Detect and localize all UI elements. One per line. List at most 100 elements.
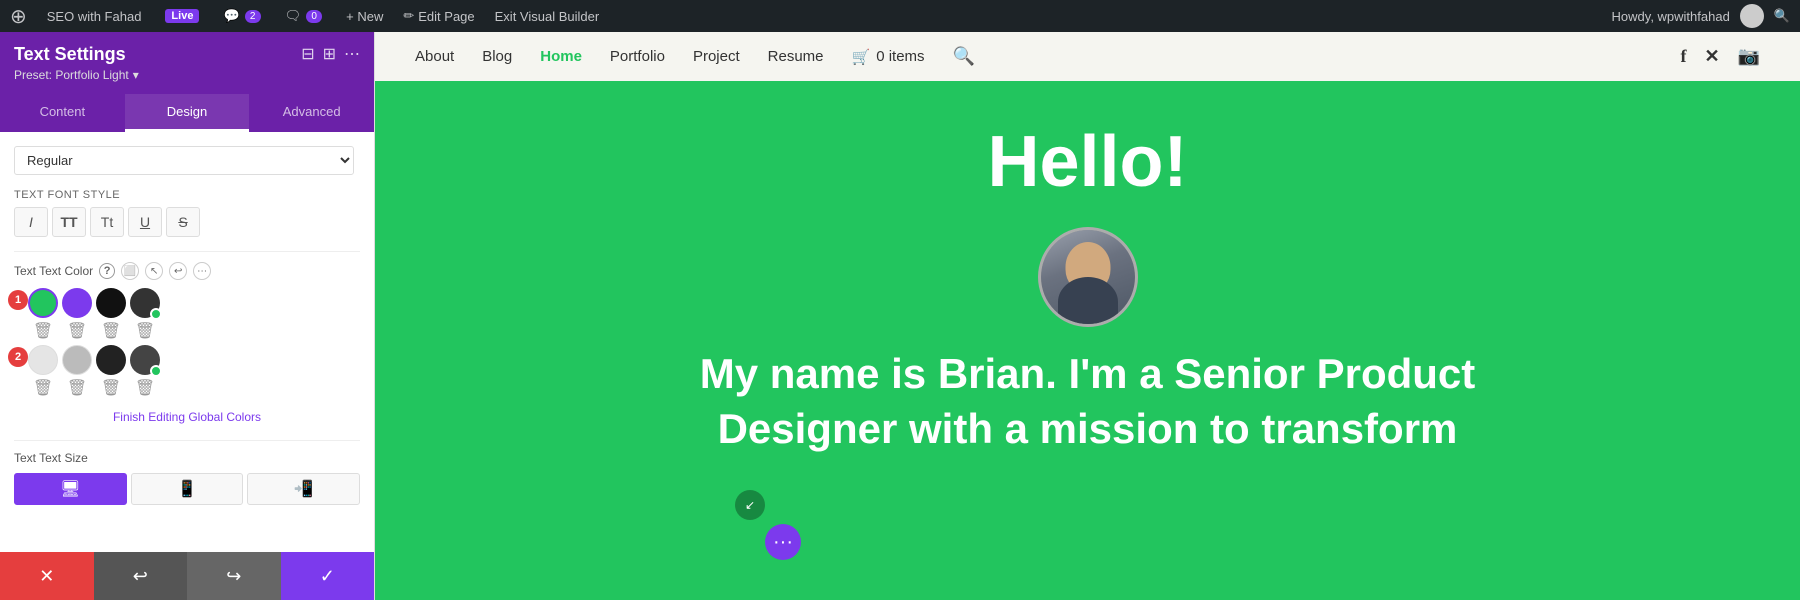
instagram-icon[interactable]: 📷 bbox=[1738, 46, 1760, 67]
floating-close-button[interactable]: ↙ bbox=[735, 490, 765, 520]
hero-section: Hello! My name is Brian. I'm a Senior Pr… bbox=[375, 81, 1800, 600]
swatch-black1-delete[interactable]: 🗑 bbox=[101, 321, 121, 341]
tab-content[interactable]: Content bbox=[0, 94, 125, 132]
new-button[interactable]: + New bbox=[342, 9, 387, 24]
text-color-row: Text Text Color ? ⬜ ↖ ↩ ⋯ 1 bbox=[14, 262, 360, 426]
swatch-dark1: 🗑 bbox=[96, 345, 126, 398]
save-button[interactable]: ✓ bbox=[281, 552, 375, 600]
swatch-dark2-btn[interactable] bbox=[130, 345, 160, 375]
size-device-row: 🖥 📱 📲 bbox=[14, 473, 360, 505]
badge-2: 2 bbox=[8, 347, 28, 367]
tablet-size-btn[interactable]: 📱 bbox=[131, 473, 244, 505]
nav-right: f ✕ 📷 bbox=[1680, 46, 1760, 67]
panel-header: Text Settings Preset: Portfolio Light ▾ … bbox=[0, 32, 374, 94]
edit-page-button[interactable]: ✏ Edit Page bbox=[403, 8, 474, 24]
panel-header-left: Text Settings Preset: Portfolio Light ▾ bbox=[14, 44, 139, 82]
comment-count-button[interactable]: 🗨 0 bbox=[281, 8, 327, 24]
color-reset-icon[interactable]: ↩ bbox=[169, 262, 187, 280]
font-style-label: Text Font Style bbox=[14, 189, 360, 201]
badge-1: 1 bbox=[8, 290, 28, 310]
color-more-icon[interactable]: ⋯ bbox=[193, 262, 211, 280]
swatch-light2: 🗑 bbox=[62, 345, 92, 398]
text-size-row: Text Text Size 🖥 📱 📲 bbox=[14, 451, 360, 505]
hero-body-text: My name is Brian. I'm a Senior Product D… bbox=[638, 347, 1538, 456]
tab-design[interactable]: Design bbox=[125, 94, 250, 132]
swatch-green-delete[interactable]: 🗑 bbox=[33, 321, 53, 341]
swatch-purple-btn[interactable] bbox=[62, 288, 92, 318]
exit-builder-button[interactable]: Exit Visual Builder bbox=[491, 9, 604, 24]
live-badge[interactable]: Live bbox=[161, 9, 203, 23]
swatch-black1-btn[interactable] bbox=[96, 288, 126, 318]
admin-bar-right: Howdy, wpwithfahad 🔍 bbox=[1612, 4, 1790, 28]
finish-editing-link[interactable]: Finish Editing Global Colors bbox=[113, 410, 261, 424]
swatch-dark1-delete[interactable]: 🗑 bbox=[101, 378, 121, 398]
swatch-light2-btn[interactable] bbox=[62, 345, 92, 375]
nav-project[interactable]: Project bbox=[693, 48, 740, 65]
nav-cart[interactable]: 🛒 0 items bbox=[852, 48, 925, 66]
nav-about[interactable]: About bbox=[415, 48, 454, 65]
swatch-light2-delete[interactable]: 🗑 bbox=[67, 378, 87, 398]
font-weight-select-row: Regular bbox=[14, 146, 360, 175]
swatch-light1-btn[interactable] bbox=[28, 345, 58, 375]
redo-button[interactable]: ↪ bbox=[187, 552, 281, 600]
uppercase-button[interactable]: TT bbox=[52, 207, 86, 237]
italic-button[interactable]: I bbox=[14, 207, 48, 237]
strikethrough-button[interactable]: S bbox=[166, 207, 200, 237]
color-section-label: Text Text Color bbox=[14, 264, 93, 278]
swatch-dark2: 🗑 bbox=[130, 345, 160, 398]
admin-avatar[interactable] bbox=[1740, 4, 1764, 28]
swatch-black2-btn[interactable] bbox=[130, 288, 160, 318]
swatch-green-btn[interactable] bbox=[28, 288, 58, 318]
desktop-size-btn[interactable]: 🖥 bbox=[14, 473, 127, 505]
wp-logo[interactable]: ⊕ bbox=[10, 4, 27, 29]
panel-minimize-icon[interactable]: ⊟ bbox=[301, 44, 314, 64]
panel-body: Regular Text Font Style I TT Tt U S bbox=[0, 132, 374, 552]
site-name[interactable]: SEO with Fahad bbox=[43, 9, 146, 24]
panel-title: Text Settings bbox=[14, 44, 139, 65]
capitalize-button[interactable]: Tt bbox=[90, 207, 124, 237]
swatch-light1-delete[interactable]: 🗑 bbox=[33, 378, 53, 398]
color-pointer-icon[interactable]: ↖ bbox=[145, 262, 163, 280]
cart-icon: 🛒 bbox=[852, 48, 871, 66]
color-help-icon[interactable]: ? bbox=[99, 263, 115, 279]
nav-resume[interactable]: Resume bbox=[768, 48, 824, 65]
swatch-black1: 🗑 bbox=[96, 288, 126, 341]
color-toggle-icon[interactable]: ⬜ bbox=[121, 262, 139, 280]
color-section-header: Text Text Color ? ⬜ ↖ ↩ ⋯ bbox=[14, 262, 360, 280]
panel-footer: ✕ ↩ ↪ ✓ bbox=[0, 552, 374, 600]
font-weight-select[interactable]: Regular bbox=[14, 146, 354, 175]
panel-header-icons: ⊟ ⊞ ⋯ bbox=[301, 44, 360, 64]
avatar-head bbox=[1065, 242, 1110, 292]
panel-expand-icon[interactable]: ⊞ bbox=[323, 44, 336, 64]
panel-tabs: Content Design Advanced bbox=[0, 94, 374, 132]
hero-avatar bbox=[1038, 227, 1138, 327]
swatch-dark1-btn[interactable] bbox=[96, 345, 126, 375]
divider-1 bbox=[14, 251, 360, 252]
panel-more-icon[interactable]: ⋯ bbox=[344, 44, 360, 64]
nav-portfolio[interactable]: Portfolio bbox=[610, 48, 665, 65]
swatch-black2-delete[interactable]: 🗑 bbox=[135, 321, 155, 341]
main-area: Text Settings Preset: Portfolio Light ▾ … bbox=[0, 32, 1800, 600]
font-weight-row: Regular bbox=[14, 146, 360, 175]
cancel-button[interactable]: ✕ bbox=[0, 552, 94, 600]
comments-button[interactable]: 💬 2 bbox=[219, 8, 264, 24]
swatch-purple-delete[interactable]: 🗑 bbox=[67, 321, 87, 341]
floating-chat-button[interactable]: ··· bbox=[765, 524, 801, 560]
facebook-icon[interactable]: f bbox=[1680, 46, 1686, 67]
font-style-buttons: I TT Tt U S bbox=[14, 207, 360, 237]
admin-bar: ⊕ SEO with Fahad Live 💬 2 🗨 0 + New ✏ Ed… bbox=[0, 0, 1800, 32]
underline-button[interactable]: U bbox=[128, 207, 162, 237]
twitter-icon[interactable]: ✕ bbox=[1704, 46, 1719, 67]
divider-2 bbox=[14, 440, 360, 441]
admin-search-icon[interactable]: 🔍 bbox=[1774, 8, 1790, 24]
howdy-text: Howdy, wpwithfahad bbox=[1612, 9, 1730, 24]
tab-advanced[interactable]: Advanced bbox=[249, 94, 374, 132]
mobile-size-btn[interactable]: 📲 bbox=[247, 473, 360, 505]
nav-search-icon[interactable]: 🔍 bbox=[953, 46, 975, 67]
nav-links: About Blog Home Portfolio Project Resume… bbox=[415, 46, 975, 67]
nav-home[interactable]: Home bbox=[540, 48, 582, 65]
panel-preset[interactable]: Preset: Portfolio Light ▾ bbox=[14, 68, 139, 82]
nav-blog[interactable]: Blog bbox=[482, 48, 512, 65]
undo-button[interactable]: ↩ bbox=[94, 552, 188, 600]
swatch-dark2-delete[interactable]: 🗑 bbox=[135, 378, 155, 398]
